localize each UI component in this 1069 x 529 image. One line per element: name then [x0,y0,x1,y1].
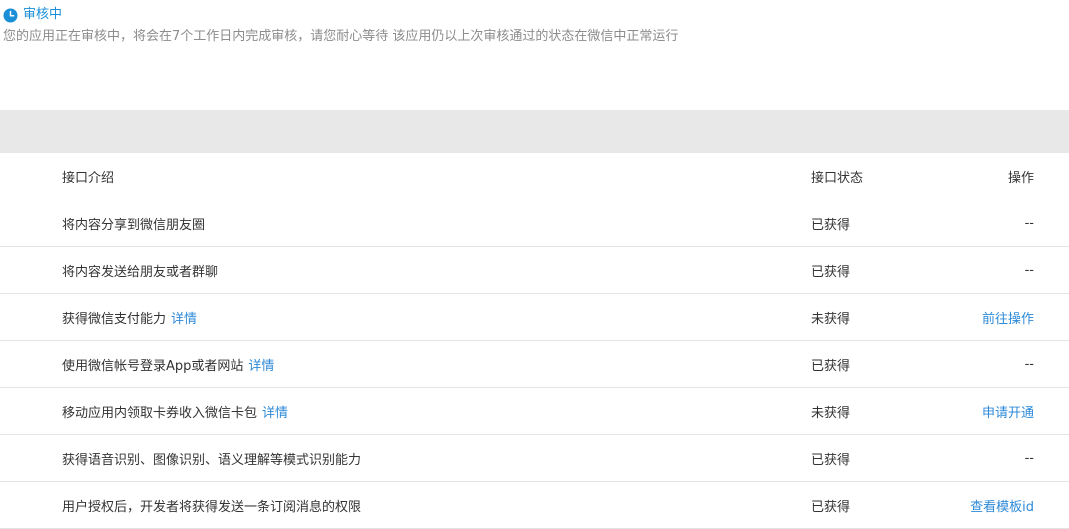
api-name-cell: 使用微信帐号登录App或者网站 详情 [62,341,274,387]
clock-icon [3,8,18,23]
api-status: 已获得 [811,217,851,233]
detail-link[interactable]: 详情 [262,402,288,421]
review-status-line: 审核中 [3,7,62,23]
api-status: 已获得 [811,499,851,515]
view-template-id-link[interactable]: 查看模板id [970,482,1034,528]
api-name: 将内容发送给朋友或者群聊 [62,264,219,280]
table-row: 使用微信帐号登录App或者网站 详情 已获得 -- [0,341,1069,388]
api-name: 移动应用内领取卡券收入微信卡包 [62,405,258,421]
table-row: 将内容分享到微信朋友圈 已获得 -- [0,200,1069,247]
action-placeholder: -- [1024,356,1034,372]
table-row: 移动应用内领取卡券收入微信卡包 详情 未获得 申请开通 [0,388,1069,435]
action-placeholder: -- [1024,450,1034,466]
api-name: 将内容分享到微信朋友圈 [62,217,206,233]
section-divider-band [0,110,1069,153]
header-action: 操作 [1007,171,1034,186]
api-name: 获得语音识别、图像识别、语义理解等模式识别能力 [62,452,362,468]
api-status: 已获得 [811,264,851,280]
detail-link[interactable]: 详情 [171,308,197,327]
api-name-cell: 用户授权后，开发者将获得发送一条订阅消息的权限 [62,482,361,528]
table-row: 获得微信支付能力 详情 未获得 前往操作 [0,294,1069,341]
api-name: 获得微信支付能力 [62,311,167,327]
detail-link[interactable]: 详情 [248,355,274,374]
api-name-cell: 将内容发送给朋友或者群聊 [62,247,218,293]
review-status-panel: 审核中 您的应用正在审核中，将会在7个工作日内完成审核，请您耐心等待 该应用仍以… [0,0,1069,110]
api-name-cell: 移动应用内领取卡券收入微信卡包 详情 [62,388,288,434]
header-api-intro: 接口介绍 [62,171,115,186]
header-api-status: 接口状态 [811,171,864,186]
api-status: 未获得 [811,405,851,421]
review-status-description: 您的应用正在审核中，将会在7个工作日内完成审核，请您耐心等待 该应用仍以上次审核… [3,29,679,44]
api-status: 已获得 [811,452,851,468]
action-placeholder: -- [1024,215,1034,231]
review-status-title: 审核中 [23,7,63,22]
api-status: 已获得 [811,358,851,374]
api-status: 未获得 [811,311,851,327]
table-row: 用户授权后，开发者将获得发送一条订阅消息的权限 已获得 查看模板id [0,482,1069,529]
table-header-row: 接口介绍 接口状态 操作 [0,153,1069,200]
api-name-cell: 将内容分享到微信朋友圈 [62,200,205,246]
api-name: 使用微信帐号登录App或者网站 [62,358,244,374]
api-permissions-table: 接口介绍 接口状态 操作 将内容分享到微信朋友圈 已获得 -- 将内容发送给朋友… [0,153,1069,529]
table-row: 将内容发送给朋友或者群聊 已获得 -- [0,247,1069,294]
apply-activate-link[interactable]: 申请开通 [982,388,1034,434]
table-row: 获得语音识别、图像识别、语义理解等模式识别能力 已获得 -- [0,435,1069,482]
action-placeholder: -- [1024,262,1034,278]
api-name: 用户授权后，开发者将获得发送一条订阅消息的权限 [62,499,362,515]
api-name-cell: 获得语音识别、图像识别、语义理解等模式识别能力 [62,435,361,481]
api-name-cell: 获得微信支付能力 详情 [62,294,197,340]
go-operate-link[interactable]: 前往操作 [982,294,1034,340]
